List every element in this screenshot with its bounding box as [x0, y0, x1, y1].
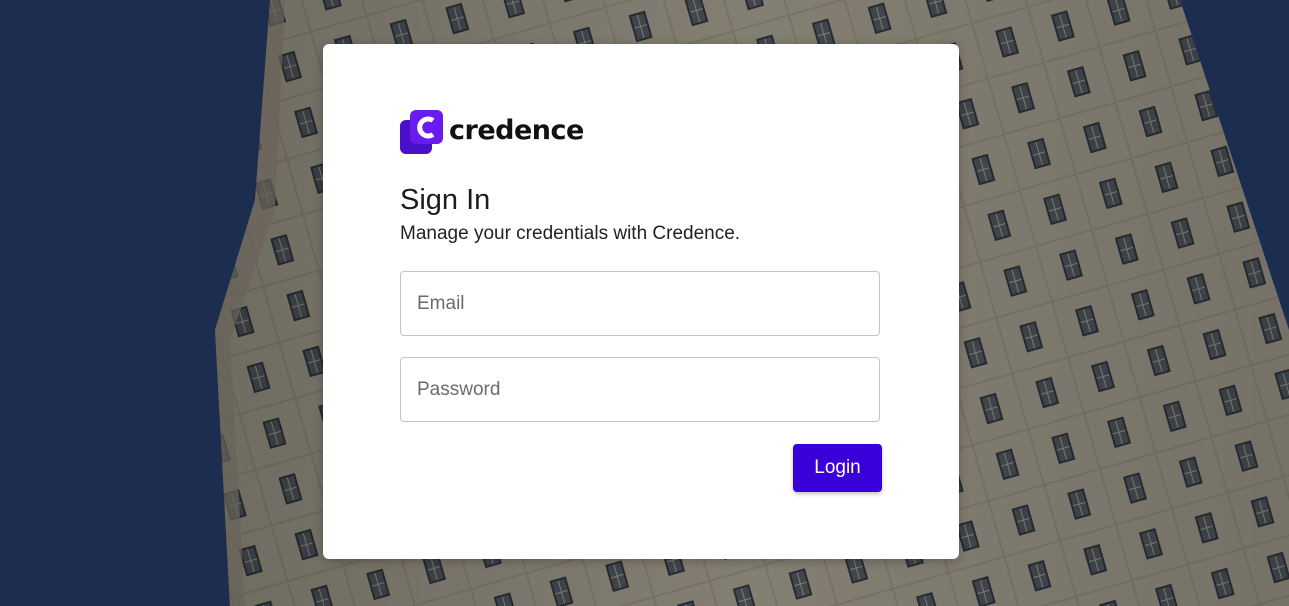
signin-card: credence Sign In Manage your credentials…	[323, 44, 959, 559]
login-button[interactable]: Login	[793, 444, 882, 492]
login-page: credence Sign In Manage your credentials…	[0, 0, 1289, 606]
brand-logo: credence	[400, 110, 584, 156]
password-input[interactable]	[401, 358, 879, 421]
page-subtitle: Manage your credentials with Credence.	[400, 223, 741, 244]
email-input[interactable]	[401, 272, 879, 335]
brand-name: credence	[449, 114, 584, 146]
credence-c-logo-icon	[400, 110, 443, 154]
email-field	[400, 271, 880, 336]
page-title: Sign In	[400, 184, 491, 216]
password-field	[400, 357, 880, 422]
